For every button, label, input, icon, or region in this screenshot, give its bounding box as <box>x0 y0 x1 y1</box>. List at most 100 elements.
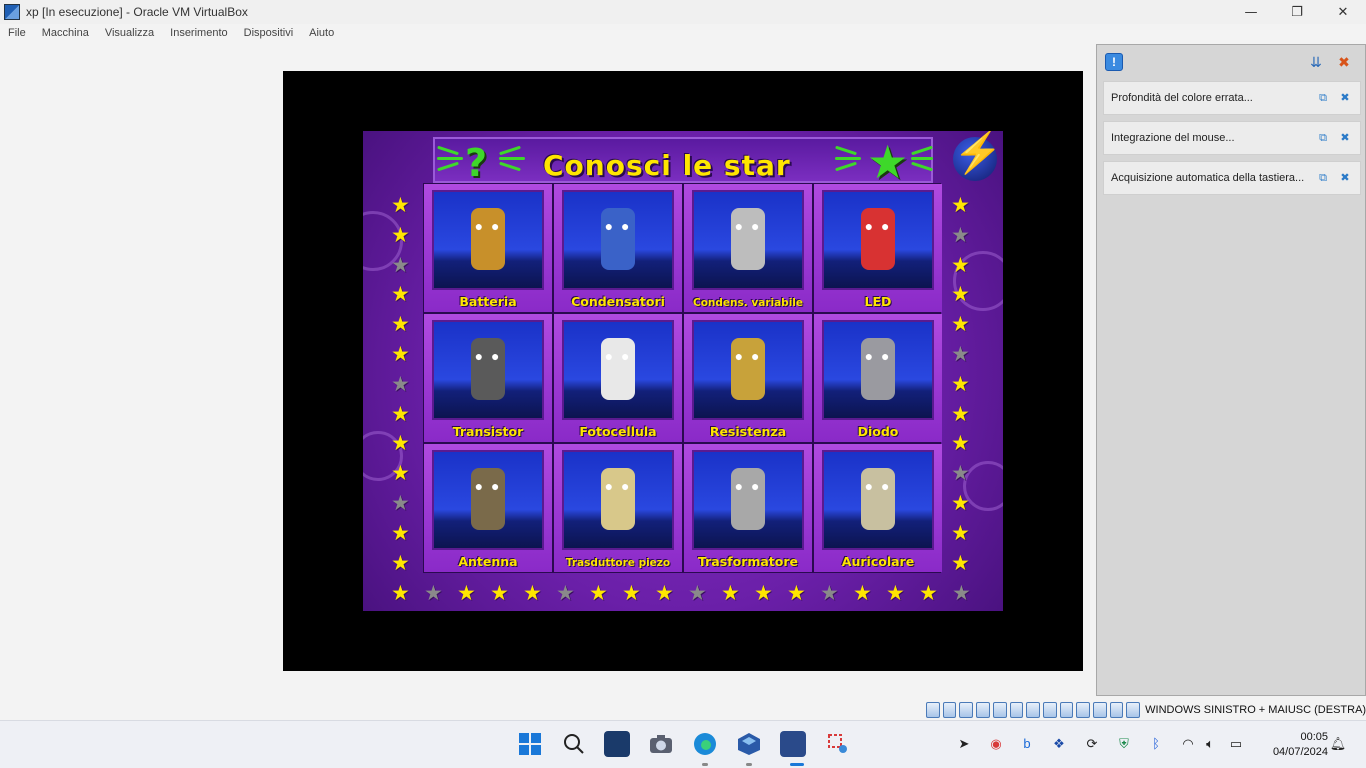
network-icon[interactable] <box>992 702 1007 718</box>
dropbox-icon[interactable]: ❖ <box>1050 735 1068 753</box>
notification-bell-icon[interactable]: 🔔︎ <box>1329 735 1347 753</box>
character-eyes-icon: ● ● <box>474 348 502 364</box>
left-star-icon: ★ <box>391 402 410 426</box>
collapse-all-icon[interactable]: ⇊ <box>1307 53 1325 71</box>
host-key-icon[interactable] <box>1126 702 1141 718</box>
right-star-icon: ★ <box>951 223 970 247</box>
tile-label: Transistor <box>452 424 524 439</box>
hard-disk-icon[interactable] <box>926 702 940 718</box>
recording-icon[interactable] <box>1059 702 1074 718</box>
green-rays-icon <box>499 145 529 172</box>
notification-item[interactable]: Profondità del colore errata... ⧉ ✖ <box>1103 81 1361 115</box>
mouse-integration-icon[interactable] <box>1109 702 1124 718</box>
menu-visualizza[interactable]: Visualizza <box>97 27 162 39</box>
left-star-icon: ★ <box>391 432 410 456</box>
menu-dispositivi[interactable]: Dispositivi <box>236 27 302 39</box>
tile-diodo[interactable]: ● ● Diodo <box>814 314 942 442</box>
clock[interactable]: 00:05 04/07/2024 <box>1262 730 1328 760</box>
virtualbox-icon[interactable] <box>736 731 762 757</box>
xp-vm-window-icon[interactable] <box>780 731 806 757</box>
close-notification-icon[interactable]: ✖ <box>1338 131 1352 145</box>
camera-icon[interactable] <box>648 731 674 757</box>
vm-status-bar: WINDOWS SINISTRO + MAIUSC (DESTRA) <box>926 700 1366 720</box>
display-icon[interactable] <box>1042 702 1057 718</box>
notification-item[interactable]: Acquisizione automatica della tastiera..… <box>1103 161 1361 195</box>
hide-notification-icon[interactable]: ⧉ <box>1316 131 1330 145</box>
tile-label: Condensatori <box>571 294 665 309</box>
character-image: ● ● <box>822 450 934 550</box>
snipping-app-icon[interactable] <box>604 731 630 757</box>
character-eyes-icon: ● ● <box>734 348 762 364</box>
menu-file[interactable]: File <box>0 27 34 39</box>
floppy-icon[interactable] <box>959 702 974 718</box>
right-star-icon: ★ <box>951 194 970 217</box>
cpu-icon[interactable] <box>1076 702 1091 718</box>
info-icon[interactable]: ! <box>1105 53 1123 71</box>
tile-label: Batteria <box>459 294 517 309</box>
running-indicator <box>746 763 752 766</box>
right-star-icon: ★ <box>951 283 970 307</box>
tile-auricolare[interactable]: ● ● Auricolare <box>814 444 942 572</box>
hide-notification-icon[interactable]: ⧉ <box>1316 91 1330 105</box>
wifi-icon[interactable]: ◠ <box>1179 735 1197 753</box>
app-tray-icon[interactable]: ◉ <box>987 735 1005 753</box>
game-screen: ? Conosci le star ★ ⚡ ● ● Batteria ● ● C… <box>363 131 1003 611</box>
minimize-button[interactable]: — <box>1228 0 1274 24</box>
bing-icon[interactable]: b <box>1018 735 1036 753</box>
search-icon[interactable] <box>561 731 587 757</box>
tile-trasduttore-piezo[interactable]: ● ● Trasduttore piezo <box>554 444 682 572</box>
battery-icon[interactable]: ▭ <box>1227 735 1245 753</box>
vt-x-icon[interactable] <box>1093 702 1107 718</box>
usb-icon[interactable] <box>1009 702 1024 718</box>
audio-icon[interactable] <box>976 702 990 718</box>
shared-folders-icon[interactable] <box>1026 702 1040 718</box>
menu-inserimento[interactable]: Inserimento <box>162 27 235 39</box>
security-shield-icon[interactable]: ⛨ <box>1115 735 1133 753</box>
sync-icon[interactable]: ⟳ <box>1083 735 1101 753</box>
telegram-icon[interactable]: ➤ <box>955 735 973 753</box>
tile-label: LED <box>864 294 892 309</box>
tile-condensatori[interactable]: ● ● Condensatori <box>554 184 682 312</box>
tile-batteria[interactable]: ● ● Batteria <box>424 184 552 312</box>
menu-macchina[interactable]: Macchina <box>34 27 97 39</box>
restore-button[interactable]: ❐ <box>1274 0 1320 24</box>
right-star-icon: ★ <box>951 432 970 456</box>
menu-aiuto[interactable]: Aiuto <box>301 27 342 39</box>
character-image: ● ● <box>562 450 674 550</box>
right-star-icon: ★ <box>951 372 970 396</box>
bottom-star-icon: ★ <box>886 582 905 605</box>
close-notification-icon[interactable]: ✖ <box>1338 91 1352 105</box>
snip-tool-icon[interactable] <box>825 731 851 757</box>
active-indicator <box>790 763 804 766</box>
tile-label: Condens. variabile <box>692 297 804 309</box>
green-rays-icon <box>911 145 941 172</box>
tile-label: Resistenza <box>709 424 787 439</box>
character-eyes-icon: ● ● <box>604 218 632 234</box>
character-eyes-icon: ● ● <box>734 218 762 234</box>
vm-display[interactable]: ? Conosci le star ★ ⚡ ● ● Batteria ● ● C… <box>283 71 1083 671</box>
tile-fotocellula[interactable]: ● ● Fotocellula <box>554 314 682 442</box>
tile-transistor[interactable]: ● ● Transistor <box>424 314 552 442</box>
tile-trasformatore[interactable]: ● ● Trasformatore <box>684 444 812 572</box>
dismiss-all-icon[interactable]: ✖ <box>1335 53 1353 71</box>
bottom-star-icon: ★ <box>556 582 575 605</box>
start-icon[interactable] <box>517 731 543 757</box>
edge-browser-icon[interactable] <box>692 731 718 757</box>
optical-drive-icon[interactable] <box>942 702 957 718</box>
notification-item[interactable]: Integrazione del mouse... ⧉ ✖ <box>1103 121 1361 155</box>
bluetooth-icon[interactable]: ᛒ <box>1147 735 1165 753</box>
bottom-star-icon: ★ <box>952 582 971 605</box>
character-eyes-icon: ● ● <box>604 478 632 494</box>
close-button[interactable]: ✕ <box>1320 0 1366 24</box>
tile-resistenza[interactable]: ● ● Resistenza <box>684 314 812 442</box>
hide-notification-icon[interactable]: ⧉ <box>1316 171 1330 185</box>
volume-icon[interactable]: 🔈︎ <box>1201 735 1219 753</box>
tile-led[interactable]: ● ● LED <box>814 184 942 312</box>
tile-condens-variabile[interactable]: ● ● Condens. variabile <box>684 184 812 312</box>
bottom-star-icon: ★ <box>787 582 806 605</box>
tile-antenna[interactable]: ● ● Antenna <box>424 444 552 572</box>
close-notification-icon[interactable]: ✖ <box>1338 171 1352 185</box>
left-star-icon: ★ <box>391 194 410 217</box>
tile-label: Trasduttore piezo <box>565 557 671 569</box>
menu-bar: File Macchina Visualizza Inserimento Dis… <box>0 24 1366 42</box>
